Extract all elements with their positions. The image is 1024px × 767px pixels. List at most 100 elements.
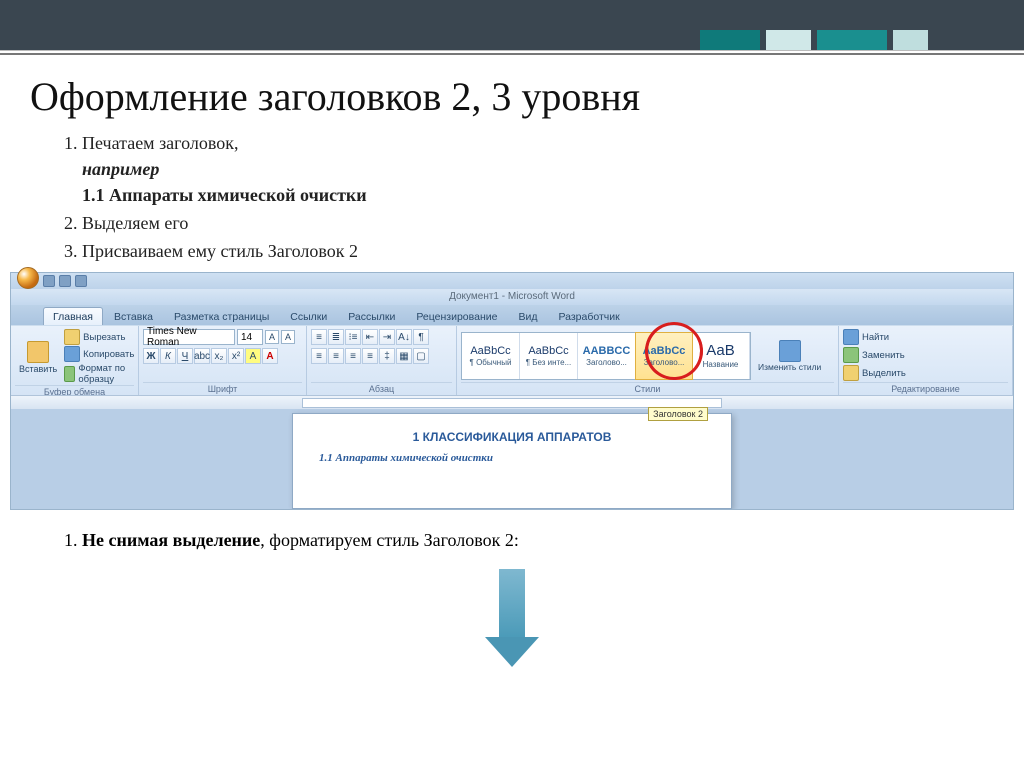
- font-name-select[interactable]: Times New Roman: [143, 329, 235, 345]
- tab-insert[interactable]: Вставка: [104, 307, 163, 325]
- tab-mailings[interactable]: Рассылки: [338, 307, 405, 325]
- style-heading-2[interactable]: AaBbCc Заголово...: [635, 332, 693, 380]
- borders-button[interactable]: ▢: [413, 348, 429, 364]
- tab-review[interactable]: Рецензирование: [406, 307, 507, 325]
- numbering-button[interactable]: ≣: [328, 329, 344, 345]
- select-button[interactable]: Выделить: [843, 365, 906, 381]
- bottom-step-1: Не снимая выделение, форматируем стиль З…: [82, 530, 989, 551]
- document-area[interactable]: 1 КЛАССИФИКАЦИЯ АППАРАТОВ 1.1 Аппараты х…: [11, 409, 1013, 509]
- sort-button[interactable]: A↓: [396, 329, 412, 345]
- undo-icon[interactable]: [59, 275, 71, 287]
- style-normal[interactable]: AaBbCc ¶ Обычный: [462, 333, 520, 379]
- step-1-line-c: 1.1 Аппараты химической очистки: [82, 185, 367, 205]
- cut-button[interactable]: Вырезать: [64, 329, 134, 345]
- arrow-container: [0, 569, 1024, 639]
- indent-inc-button[interactable]: ⇥: [379, 329, 395, 345]
- group-label-font: Шрифт: [143, 382, 302, 394]
- word-window: Документ1 - Microsoft Word Главная Встав…: [10, 272, 1014, 510]
- style-no-spacing[interactable]: AaBbCc ¶ Без инте...: [520, 333, 578, 379]
- redo-icon[interactable]: [75, 275, 87, 287]
- ruler-track: [302, 398, 722, 408]
- group-editing: Найти Заменить Выделить Редактирование: [839, 326, 1013, 395]
- style-name-label: Заголово...: [586, 358, 627, 367]
- group-label-paragraph: Абзац: [311, 382, 452, 394]
- style-title[interactable]: АаВ Название: [692, 333, 750, 379]
- style-name-label: Название: [703, 360, 739, 369]
- ribbon: Вставить Вырезать Копировать Формат по о…: [11, 325, 1013, 395]
- align-justify-button[interactable]: ≡: [362, 348, 378, 364]
- find-label: Найти: [862, 332, 889, 343]
- slide-content: Печатаем заголовок, например 1.1 Аппарат…: [0, 130, 1024, 264]
- superscript-button[interactable]: x²: [228, 348, 244, 364]
- tab-developer[interactable]: Разработчик: [548, 307, 629, 325]
- style-preview: AaBbCc: [528, 345, 568, 357]
- style-heading-1[interactable]: AABBCC Заголово...: [578, 333, 636, 379]
- subscript-button[interactable]: x₂: [211, 348, 227, 364]
- replace-button[interactable]: Заменить: [843, 347, 905, 363]
- style-preview: AaBbCc: [643, 345, 686, 357]
- find-icon: [843, 329, 859, 345]
- align-center-button[interactable]: ≡: [328, 348, 344, 364]
- replace-label: Заменить: [862, 350, 905, 361]
- strike-button[interactable]: abc: [194, 348, 210, 364]
- group-font: Times New Roman 14 A A Ж К Ч abc x₂ x² A…: [139, 326, 307, 395]
- tab-home[interactable]: Главная: [43, 307, 103, 325]
- line-spacing-button[interactable]: ‡: [379, 348, 395, 364]
- underline-button[interactable]: Ч: [177, 348, 193, 364]
- select-label: Выделить: [862, 368, 906, 379]
- shrink-font-button[interactable]: A: [281, 330, 295, 344]
- copy-button[interactable]: Копировать: [64, 346, 134, 362]
- shading-button[interactable]: ▦: [396, 348, 412, 364]
- style-preview: AABBCC: [583, 345, 631, 357]
- bottom-emphasis: Не снимая выделение: [82, 530, 260, 550]
- tab-references[interactable]: Ссылки: [280, 307, 337, 325]
- deco-seg: [893, 30, 928, 50]
- group-paragraph: ≡ ≣ ⁝≡ ⇤ ⇥ A↓ ¶ ≡ ≡ ≡ ≡ ‡ ▦ ▢: [307, 326, 457, 395]
- style-preview: AaBbCc: [470, 345, 510, 357]
- copy-icon: [64, 346, 80, 362]
- doc-heading-1: 1 КЛАССИФИКАЦИЯ АППАРАТОВ: [319, 430, 705, 444]
- select-icon: [843, 365, 859, 381]
- quick-access-toolbar: [11, 273, 1013, 289]
- align-left-button[interactable]: ≡: [311, 348, 327, 364]
- slide-bottom-text: Не снимая выделение, форматируем стиль З…: [0, 516, 1024, 551]
- font-size-select[interactable]: 14: [237, 329, 263, 345]
- change-styles-label: Изменить стили: [758, 363, 821, 372]
- styles-gallery[interactable]: AaBbCc ¶ Обычный AaBbCc ¶ Без инте... AA…: [461, 332, 751, 380]
- font-color-button[interactable]: A: [262, 348, 278, 364]
- format-painter-button[interactable]: Формат по образцу: [64, 363, 134, 385]
- cut-label: Вырезать: [83, 332, 125, 343]
- group-clipboard: Вставить Вырезать Копировать Формат по о…: [11, 326, 139, 395]
- copy-label: Копировать: [83, 349, 134, 360]
- slide-top-band: [0, 0, 1024, 50]
- style-name-label: Заголово...: [644, 358, 685, 367]
- change-styles-button[interactable]: Изменить стили: [754, 338, 825, 374]
- indent-dec-button[interactable]: ⇤: [362, 329, 378, 345]
- bold-button[interactable]: Ж: [143, 348, 159, 364]
- step-3: Присваиваем ему стиль Заголовок 2: [82, 238, 989, 264]
- highlight-button[interactable]: A: [245, 348, 261, 364]
- step-1: Печатаем заголовок, например 1.1 Аппарат…: [82, 130, 989, 208]
- bullets-button[interactable]: ≡: [311, 329, 327, 345]
- doc-heading-2: 1.1 Аппараты химической очистки: [319, 452, 705, 464]
- styles-icon: [779, 340, 801, 362]
- show-marks-button[interactable]: ¶: [413, 329, 429, 345]
- paste-label: Вставить: [19, 364, 57, 374]
- painter-label: Формат по образцу: [78, 363, 134, 385]
- arrow-down-icon: [499, 569, 525, 639]
- office-button[interactable]: [17, 267, 39, 289]
- italic-button[interactable]: К: [160, 348, 176, 364]
- horizontal-ruler[interactable]: Заголовок 2: [11, 395, 1013, 409]
- title-bar: Документ1 - Microsoft Word: [11, 289, 1013, 305]
- paste-button[interactable]: Вставить: [15, 339, 61, 376]
- deco-seg: [700, 30, 760, 50]
- save-icon[interactable]: [43, 275, 55, 287]
- ribbon-tabs: Главная Вставка Разметка страницы Ссылки…: [11, 305, 1013, 325]
- tab-page-layout[interactable]: Разметка страницы: [164, 307, 279, 325]
- slide-title: Оформление заголовков 2, 3 уровня: [0, 55, 1024, 130]
- align-right-button[interactable]: ≡: [345, 348, 361, 364]
- tab-view[interactable]: Вид: [508, 307, 547, 325]
- find-button[interactable]: Найти: [843, 329, 889, 345]
- grow-font-button[interactable]: A: [265, 330, 279, 344]
- multilevel-button[interactable]: ⁝≡: [345, 329, 361, 345]
